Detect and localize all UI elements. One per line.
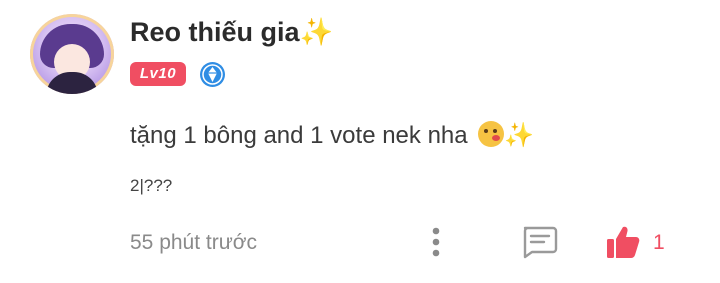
comment-item: Reo thiếu gia✨ Lv10 tặng 1 bông and 1 vo… <box>0 0 720 283</box>
username-text: Reo thiếu gia <box>130 17 300 47</box>
avatar[interactable] <box>30 14 114 94</box>
kissing-face-icon <box>478 121 505 147</box>
diamond-badge-icon <box>200 62 225 87</box>
level-badge: Lv10 <box>130 62 186 86</box>
more-vertical-icon[interactable] <box>424 224 448 260</box>
comment-text: tặng 1 bông and 1 vote nek nha <box>130 122 468 149</box>
comment-body: tặng 1 bông and 1 vote nek nha ✨ <box>130 118 534 153</box>
like-count: 1 <box>653 231 665 254</box>
comment-icon[interactable] <box>520 225 558 259</box>
sparkle-emoji: ✨ <box>299 17 334 48</box>
thumbs-up-icon[interactable] <box>605 224 641 260</box>
username[interactable]: Reo thiếu gia✨ <box>130 14 333 51</box>
avatar-body <box>46 72 98 94</box>
timestamp: 55 phút trước <box>130 231 258 254</box>
comment-subtext: 2|??? <box>130 176 173 195</box>
sparkle-emoji: ✨ <box>504 121 535 149</box>
